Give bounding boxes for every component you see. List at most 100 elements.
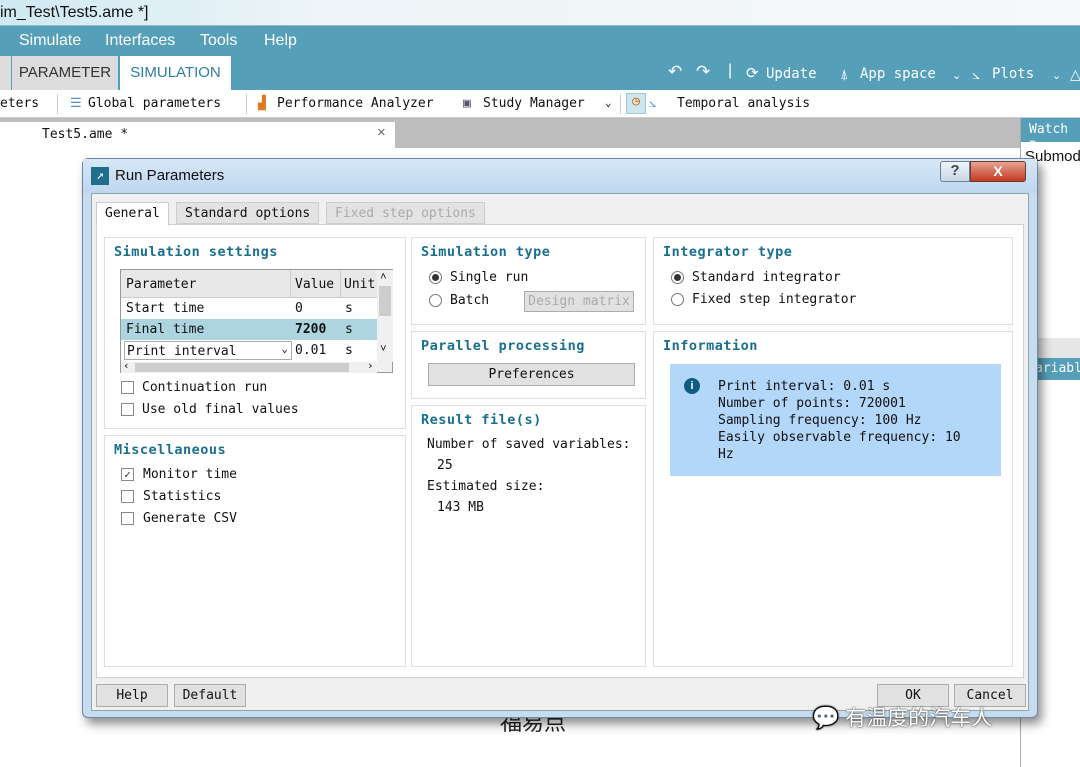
column-header[interactable]: Unit [340, 270, 375, 298]
tab-label: Standard options [185, 206, 311, 221]
help-icon[interactable]: ? [940, 161, 970, 182]
menu-bar: Simulate Interfaces Tools Help PARAMETER… [0, 26, 1080, 90]
information-group: Information i Print interval: 0.01 s Num… [653, 331, 1013, 667]
batch-radio[interactable] [429, 294, 442, 307]
use-old-final-values-checkbox[interactable] [121, 403, 134, 416]
temporal-analysis-button[interactable]: Temporal analysis [677, 96, 810, 111]
document-tab[interactable]: Test5.ame * × [0, 122, 395, 148]
vertical-scrollbar[interactable]: ˄ ˅ [377, 270, 393, 362]
table-row[interactable]: Start time 0 s [121, 298, 377, 319]
cell-value: 0.01 [295, 343, 327, 358]
continuation-run-checkbox[interactable] [121, 381, 134, 394]
monitor-time-label: Monitor time [143, 467, 237, 482]
run-parameters-dialog: ↗ Run Parameters ? X General Standard op… [82, 158, 1038, 718]
fixed-step-integrator-label: Fixed step integrator [692, 292, 857, 307]
simulation-settings-title: Simulation settings [114, 244, 278, 260]
cell-unit: s [345, 322, 353, 337]
generate-csv-checkbox[interactable] [121, 512, 134, 525]
table-row[interactable]: Print interval ⌄ 0.01 s [121, 340, 377, 362]
tab-standard-options[interactable]: Standard options [176, 202, 320, 224]
default-button[interactable]: Default [174, 684, 246, 707]
single-run-label: Single run [450, 270, 529, 285]
information-title: Information [663, 338, 758, 354]
tab-label: General [105, 206, 160, 221]
app-logo-icon: ↗ [91, 167, 109, 185]
divider [620, 94, 621, 114]
chevron-down-icon[interactable]: ⌄ [952, 69, 961, 82]
app-space-button[interactable]: App space [860, 66, 936, 82]
scroll-left-icon[interactable]: ‹ [123, 359, 130, 372]
menu-tools[interactable]: Tools [200, 32, 237, 50]
integrator-type-title: Integrator type [663, 244, 793, 260]
global-parameters-button[interactable]: Global parameters [88, 96, 221, 111]
temporal-chart-icon: ⦣ [649, 96, 657, 111]
dialog-title-bar: ↗ Run Parameters ? X [83, 159, 1037, 193]
temporal-clock-icon[interactable]: ◷ [626, 93, 646, 114]
redo-icon[interactable]: ↷ [696, 62, 710, 82]
cell-parameter: Print interval [127, 344, 237, 359]
close-icon[interactable]: × [377, 124, 386, 141]
study-manager-button[interactable]: Study Manager [483, 96, 585, 111]
tab-simulation[interactable]: SIMULATION [120, 56, 231, 90]
watch-panel-header[interactable]: Watch p [1021, 118, 1080, 152]
cell-unit: s [345, 343, 353, 358]
table-row-selected[interactable]: Final time 7200 s [121, 319, 377, 340]
info-line: Hz [718, 447, 734, 462]
menu-interfaces[interactable]: Interfaces [105, 32, 175, 50]
tab-fixed-step-options: Fixed step options [326, 202, 485, 224]
saved-variables-label: Number of saved variables: [427, 437, 631, 452]
statistics-label: Statistics [143, 489, 222, 504]
parallel-processing-group: Parallel processing Preferences [411, 331, 646, 399]
simulation-type-group: Simulation type Single run Batch Design … [411, 237, 646, 325]
scroll-thumb[interactable] [135, 363, 349, 372]
plots-icon: ⦣ [972, 66, 981, 82]
chevron-down-icon[interactable]: ⌄ [1052, 69, 1061, 82]
preferences-button[interactable]: Preferences [428, 363, 635, 386]
dialog-body: General Standard options Fixed step opti… [91, 193, 1029, 711]
tab-label: Fixed step options [335, 206, 476, 221]
info-line: Easily observable frequency: 10 [718, 430, 961, 445]
watermark-text: 有温度的汽车人 [845, 707, 993, 730]
table-header: Parameter Value Unit [121, 270, 377, 298]
fixed-step-integrator-radio[interactable] [671, 293, 684, 306]
column-header[interactable]: Parameter [126, 277, 196, 292]
menu-help[interactable]: Help [264, 32, 297, 50]
print-interval-select[interactable]: Print interval ⌄ [124, 341, 292, 360]
cell-value: 0 [295, 301, 303, 316]
plots-button[interactable]: Plots [992, 66, 1034, 82]
chevron-down-icon[interactable]: ⌄ [605, 96, 612, 109]
study-manager-icon: ▣ [463, 96, 471, 111]
use-old-final-values-label: Use old final values [142, 402, 299, 417]
tab-general[interactable]: General [96, 202, 169, 226]
variables-tab[interactable]: ariabl [1031, 358, 1080, 380]
scroll-right-icon[interactable]: › [367, 359, 374, 372]
standard-integrator-radio[interactable] [671, 271, 684, 284]
scroll-up-icon[interactable]: ˄ [380, 270, 387, 284]
column-header[interactable]: Value [290, 270, 334, 298]
statistics-checkbox[interactable] [121, 490, 134, 503]
single-run-radio[interactable] [429, 271, 442, 284]
parameters-button[interactable]: eters [0, 96, 39, 111]
menu-simulate[interactable]: Simulate [19, 32, 81, 50]
generate-csv-label: Generate CSV [143, 511, 237, 526]
info-line: Sampling frequency: 100 Hz [718, 413, 922, 428]
estimated-size-value: 143 MB [437, 500, 484, 515]
close-icon[interactable]: X [970, 161, 1026, 182]
global-parameters-icon: ☰ [70, 96, 82, 111]
scroll-thumb[interactable] [379, 286, 391, 316]
result-files-group: Result file(s) Number of saved variables… [411, 405, 646, 667]
tab-parameter[interactable]: PARAMETER [12, 56, 118, 90]
monitor-time-checkbox[interactable]: ✓ [121, 468, 134, 481]
simulation-type-title: Simulation type [421, 244, 551, 260]
horizontal-scrollbar[interactable]: ‹ › [121, 359, 377, 373]
undo-icon[interactable]: ↶ [668, 62, 682, 82]
cell-unit: s [345, 301, 353, 316]
performance-analyzer-button[interactable]: Performance Analyzer [277, 96, 434, 111]
wechat-icon: 💬 [812, 705, 840, 730]
scroll-down-icon[interactable]: ˅ [380, 342, 387, 356]
help-button[interactable]: Help [96, 684, 168, 707]
parallel-processing-title: Parallel processing [421, 338, 585, 354]
ribbon-tab-edge [0, 56, 11, 90]
info-text: Print interval: 0.01 s Number of points:… [718, 378, 961, 463]
update-button[interactable]: Update [766, 66, 817, 82]
